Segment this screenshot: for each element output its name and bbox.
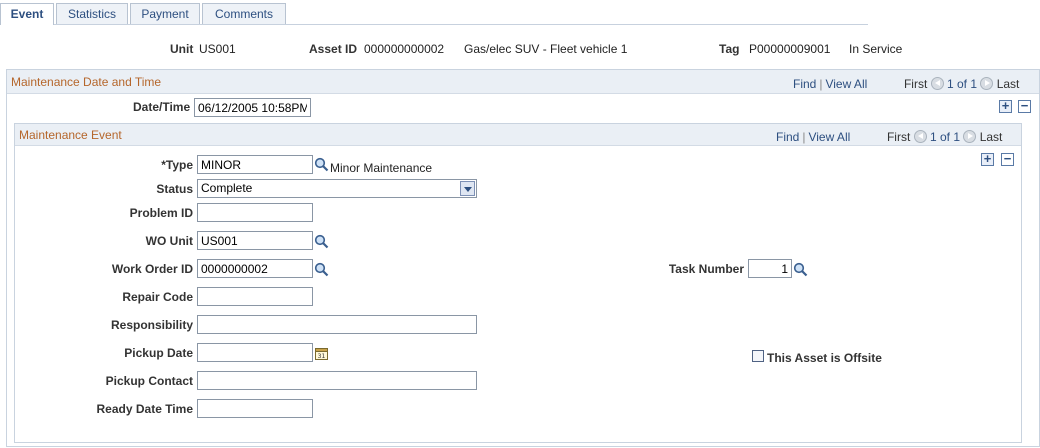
event-row-range: 1 of 1 xyxy=(929,130,961,144)
datetime-label: Date/Time xyxy=(133,100,191,114)
status-selected-value: Complete xyxy=(201,181,253,195)
type-description: Minor Maintenance xyxy=(330,161,433,175)
maintenance-event-header: Maintenance Event Find | View All First 1 … xyxy=(15,124,1021,146)
tab-comments[interactable]: Comments xyxy=(202,3,286,24)
event-view-all-link[interactable]: View All xyxy=(808,130,850,144)
offsite-checkbox[interactable] xyxy=(752,350,764,362)
tab-bar-underline xyxy=(0,24,868,25)
row-range: 1 of 1 xyxy=(946,77,978,91)
ready-date-time-label: Ready Date Time xyxy=(96,402,194,416)
type-label: *Type xyxy=(161,158,193,172)
offsite-label: This Asset is Offsite xyxy=(767,351,882,365)
work-order-id-label: Work Order ID xyxy=(111,262,193,276)
first-label: First xyxy=(903,77,928,91)
asset-id-value: 000000000002 xyxy=(364,42,445,56)
task-number-input[interactable] xyxy=(748,259,792,278)
tag-label: Tag xyxy=(719,42,740,56)
view-all-link[interactable]: View All xyxy=(825,77,867,91)
event-next-arrow-icon[interactable] xyxy=(963,130,977,143)
work-order-lookup-magnifier-icon[interactable] xyxy=(314,262,329,277)
next-arrow-icon[interactable] xyxy=(980,77,994,90)
maintenance-date-header: Maintenance Date and Time Find | View All … xyxy=(7,70,1039,94)
maintenance-date-nav: Find | View All First 1 of 1 Last xyxy=(793,77,1020,91)
find-link[interactable]: Find xyxy=(793,77,816,91)
problem-id-label: Problem ID xyxy=(129,206,193,220)
asset-id-label: Asset ID xyxy=(309,42,358,56)
tab-payment[interactable]: Payment xyxy=(130,3,200,24)
wo-unit-lookup-magnifier-icon[interactable] xyxy=(314,234,329,249)
pickup-date-label: Pickup Date xyxy=(124,346,193,360)
tag-value: P00000009001 xyxy=(749,42,831,56)
calendar-icon[interactable]: 31 xyxy=(315,347,328,360)
pickup-contact-label: Pickup Contact xyxy=(105,374,193,388)
datetime-input[interactable] xyxy=(194,98,311,117)
asset-description: Gas/elec SUV - Fleet vehicle 1 xyxy=(464,42,628,56)
delete-date-row-minus-icon[interactable]: − xyxy=(1018,99,1031,113)
responsibility-input[interactable] xyxy=(197,315,477,334)
ready-date-time-input[interactable] xyxy=(197,399,313,418)
maintenance-event-title: Maintenance Event xyxy=(19,128,122,142)
wo-unit-label: WO Unit xyxy=(145,234,193,248)
pickup-date-input[interactable] xyxy=(197,343,313,362)
unit-value: US001 xyxy=(199,42,236,56)
svg-text:31: 31 xyxy=(318,353,326,360)
tab-statistics[interactable]: Statistics xyxy=(56,3,128,24)
maintenance-event-nav: Find | View All First 1 of 1 Last xyxy=(776,130,1003,144)
repair-code-label: Repair Code xyxy=(122,290,193,304)
asset-status: In Service xyxy=(849,42,903,56)
chevron-down-icon[interactable] xyxy=(460,181,475,196)
event-last-label: Last xyxy=(979,130,1003,144)
unit-label: Unit xyxy=(170,42,194,56)
task-number-label: Task Number xyxy=(668,262,744,276)
work-order-id-input[interactable] xyxy=(197,259,313,278)
status-select[interactable]: Complete xyxy=(197,179,477,198)
previous-arrow-icon[interactable] xyxy=(930,77,944,90)
last-label: Last xyxy=(996,77,1020,91)
add-date-row-plus-icon[interactable]: + xyxy=(999,99,1012,113)
wo-unit-input[interactable] xyxy=(197,231,313,250)
event-first-label: First xyxy=(886,130,911,144)
type-input[interactable] xyxy=(197,155,313,174)
status-label: Status xyxy=(156,182,193,196)
event-find-link[interactable]: Find xyxy=(776,130,799,144)
task-number-lookup-magnifier-icon[interactable] xyxy=(793,262,808,277)
type-lookup-magnifier-icon[interactable] xyxy=(314,157,329,172)
delete-event-row-minus-icon[interactable]: − xyxy=(1001,152,1014,166)
repair-code-input[interactable] xyxy=(197,287,313,306)
pickup-contact-input[interactable] xyxy=(197,371,477,390)
maintenance-date-title: Maintenance Date and Time xyxy=(11,75,162,89)
responsibility-label: Responsibility xyxy=(110,318,193,332)
add-event-row-plus-icon[interactable]: + xyxy=(981,152,994,166)
tab-event[interactable]: Event xyxy=(0,3,54,25)
event-previous-arrow-icon[interactable] xyxy=(913,130,927,143)
problem-id-input[interactable] xyxy=(197,203,313,222)
